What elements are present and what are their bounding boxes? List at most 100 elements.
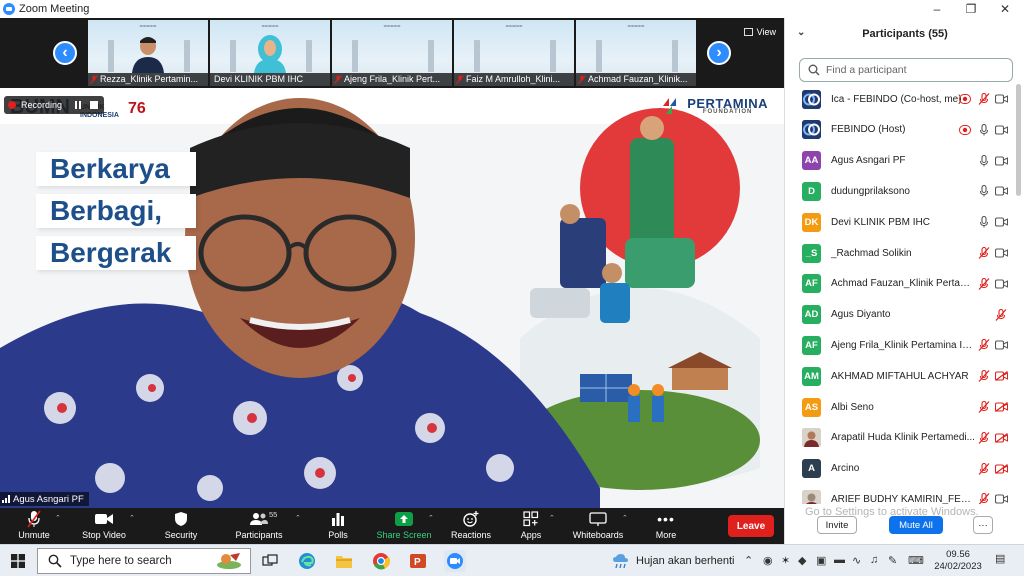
polls-button[interactable]: Polls [306, 510, 370, 544]
muted-mic-icon[interactable] [977, 431, 991, 445]
whiteboard-icon [589, 512, 607, 526]
muted-mic-icon[interactable] [977, 92, 991, 106]
edge-browser-icon[interactable] [296, 550, 318, 572]
search-placeholder: Find a participant [826, 64, 907, 76]
chrome-browser-icon[interactable] [370, 550, 392, 572]
whiteboards-button[interactable]: Whiteboards [566, 510, 630, 544]
avatar: AD [802, 305, 821, 325]
mic-icon[interactable] [977, 215, 991, 229]
speaker-name: Agus Asngari PF [13, 493, 84, 505]
thumbnail-video[interactable]: •••••••••••• Ajeng Frila_Klinik Pert... [332, 20, 452, 86]
system-clock[interactable]: 09.56 24/02/2023 [928, 549, 988, 573]
pen-icon[interactable]: ✎ [888, 554, 897, 567]
more-button[interactable]: ••• More [634, 510, 698, 544]
tray-shield-icon[interactable]: ◆ [798, 554, 806, 567]
reactions-button[interactable]: Reactions [439, 510, 503, 544]
participant-row[interactable]: _S _Rachmad Solikin [785, 238, 1017, 268]
minimize-button[interactable]: – [920, 0, 954, 18]
participant-row[interactable]: AD Agus Diyanto [785, 300, 1017, 330]
muted-mic-icon[interactable] [977, 246, 991, 260]
participants-button[interactable]: 55 Participants [227, 510, 291, 544]
mic-icon[interactable] [977, 184, 991, 198]
participants-scrollbar[interactable] [1016, 84, 1021, 196]
participant-row[interactable]: AF Ajeng Frila_Klinik Pertamina IHC [785, 330, 1017, 360]
participant-name: Achmad Fauzan_Klinik Pertamin... [831, 278, 976, 290]
participants-options-caret-icon[interactable]: ⌃ [295, 514, 301, 522]
recording-status-icon [958, 92, 972, 106]
muted-mic-icon[interactable] [977, 462, 991, 476]
participant-row[interactable]: DK Devi KLINIK PBM IHC [785, 207, 1017, 237]
zoom-taskbar-icon[interactable] [444, 550, 466, 572]
security-button[interactable]: Security [149, 510, 213, 544]
thumbnail-video[interactable]: •••••••••••• Rezza_Klinik Pertamin... [88, 20, 208, 86]
close-button[interactable]: ✕ [988, 0, 1022, 18]
mute-all-button[interactable]: Mute All [889, 516, 943, 534]
avatar: AF [802, 335, 821, 355]
participant-row[interactable]: Ddudungprilaksono [785, 176, 1017, 206]
leave-button[interactable]: Leave [728, 515, 774, 537]
notifications-icon[interactable]: ▤ [995, 552, 1005, 565]
taskbar-search-box[interactable]: Type here to search [37, 548, 251, 574]
next-page-button[interactable]: › [707, 41, 731, 65]
muted-mic-icon[interactable] [977, 492, 991, 504]
keyboard-icon[interactable]: ⌨ [908, 554, 924, 567]
invite-button[interactable]: Invite [817, 516, 857, 534]
pause-recording-icon[interactable] [75, 101, 82, 109]
avatar [802, 89, 821, 109]
avatar-initials: AA [804, 155, 819, 167]
stop-recording-icon[interactable] [90, 101, 99, 109]
tray-app-icon[interactable]: ▣ [816, 554, 826, 567]
participant-search-input[interactable]: Find a participant [799, 58, 1013, 82]
thumbnail-video[interactable]: •••••••••••• Achmad Fauzan_Klinik... [576, 20, 696, 86]
participant-row[interactable]: A Arcino [785, 454, 1017, 484]
weather-widget[interactable]: Hujan akan berhenti [612, 553, 734, 569]
participant-row[interactable]: AM AKHMAD MIFTAHUL ACHYAR [785, 361, 1017, 391]
audio-options-caret-icon[interactable]: ⌃ [55, 514, 61, 522]
wifi-icon[interactable]: ∿ [852, 554, 861, 567]
participant-name: Agus Asngari PF [831, 155, 906, 167]
muted-mic-icon[interactable] [977, 400, 991, 414]
maximize-button[interactable]: ❐ [954, 0, 988, 18]
active-speaker-video[interactable]: BUMN UNTUK INDONESIA 76 PERTAMINAFOUNDAT… [0, 88, 784, 508]
participant-row[interactable]: FEBINDO (Host) [785, 115, 1017, 145]
muted-mic-icon[interactable] [977, 277, 991, 291]
tray-battery-icon[interactable]: ▬ [834, 554, 845, 566]
powerpoint-icon[interactable]: P [407, 550, 429, 572]
panel-more-button[interactable]: ··· [973, 516, 993, 534]
thumbnail-video[interactable]: •••••••••••• Devi KLINIK PBM IHC [210, 20, 330, 86]
mic-icon[interactable] [977, 123, 991, 137]
video-off-icon [994, 462, 1008, 476]
search-icon [808, 64, 820, 76]
participant-row[interactable]: AS Albi Seno [785, 392, 1017, 422]
muted-mic-icon[interactable] [977, 369, 991, 383]
muted-mic-icon[interactable] [977, 338, 991, 352]
tray-app-icon[interactable]: ◉ [763, 554, 773, 567]
weather-text: Hujan akan berhenti [636, 555, 735, 567]
tray-chevron-icon[interactable]: ⌃ [744, 554, 753, 567]
bluetooth-icon[interactable]: ✶ [781, 554, 790, 567]
previous-page-button[interactable]: ‹ [53, 41, 77, 65]
view-button[interactable]: View [743, 27, 776, 37]
share-screen-button[interactable]: Share Screen [372, 510, 436, 544]
collapse-chevron-icon[interactable]: ⌄ [797, 27, 805, 38]
participant-row[interactable]: ARIEF BUDHY KAMIRIN_FEBINDO [785, 484, 1017, 504]
volume-icon[interactable]: ♫ [870, 554, 878, 566]
task-view-icon[interactable] [259, 550, 281, 572]
thumbnail-video[interactable]: •••••••••••• Faiz M Amrulloh_Klini... [454, 20, 574, 86]
apps-options-caret-icon[interactable]: ⌃ [549, 514, 555, 522]
mic-icon[interactable] [977, 154, 991, 168]
share-options-caret-icon[interactable]: ⌃ [428, 514, 434, 522]
participant-row[interactable]: AF Achmad Fauzan_Klinik Pertamin... [785, 269, 1017, 299]
avatar-initials: D [808, 185, 815, 197]
pertamina-logo: PERTAMINA FOUNDATION [661, 94, 768, 116]
muted-mic-icon[interactable] [994, 308, 1008, 322]
participant-row[interactable]: AA Agus Asngari PF [785, 146, 1017, 176]
stop-video-button[interactable]: Stop Video [72, 510, 136, 544]
participant-row[interactable]: Arapatil Huda Klinik Pertamedi... [785, 423, 1017, 453]
participant-row[interactable]: Ica - FEBINDO (Co-host, me) [785, 84, 1017, 114]
windows-start-icon[interactable] [11, 554, 25, 568]
video-off-icon [994, 431, 1008, 445]
whiteboards-options-caret-icon[interactable]: ⌃ [622, 514, 628, 522]
video-options-caret-icon[interactable]: ⌃ [129, 514, 135, 522]
file-explorer-icon[interactable] [333, 550, 355, 572]
